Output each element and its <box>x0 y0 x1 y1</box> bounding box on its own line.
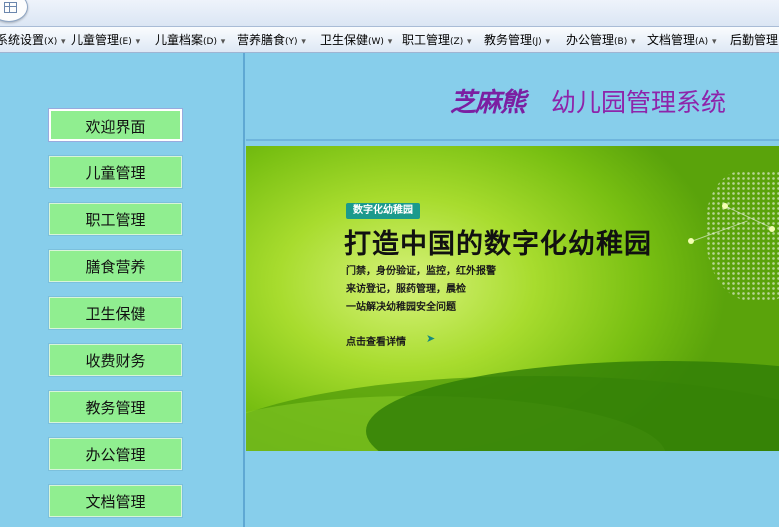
nav-welcome-button[interactable]: 欢迎界面 <box>48 108 183 142</box>
chevron-down-icon: ▾ <box>387 37 393 47</box>
nav-academic-button[interactable]: 教务管理 <box>48 390 183 424</box>
world-map-graphic <box>706 171 779 301</box>
network-node <box>688 238 694 244</box>
chevron-down-icon: ▾ <box>301 37 306 47</box>
sidebar: 欢迎界面 儿童管理 职工管理 膳食营养 卫生保健 收费财务 教务管理 办公管理 … <box>0 53 245 527</box>
network-node <box>769 226 775 232</box>
chevron-down-icon: ▾ <box>61 37 66 47</box>
header-panel: 芝麻熊 幼儿园管理系统 <box>246 53 779 141</box>
content-area <box>246 451 779 527</box>
nav-office-button[interactable]: 办公管理 <box>48 437 183 471</box>
banner-feature-line: 门禁，身份验证，监控，红外报警 <box>346 266 496 277</box>
menu-bar: 系统设置(X) ▾ 儿童管理(E) ▾ 儿童档案(D) ▾ 营养膳食(Y) ▾ … <box>0 27 779 53</box>
nav-nutrition-button[interactable]: 膳食营养 <box>48 249 183 283</box>
chevron-down-icon: ▾ <box>220 37 226 47</box>
nav-child-management-button[interactable]: 儿童管理 <box>48 155 183 189</box>
banner-feature-line: 来访登记，服药管理，晨检 <box>346 284 466 295</box>
nav-health-button[interactable]: 卫生保健 <box>48 296 183 330</box>
arrow-right-icon: ➤ <box>426 332 436 345</box>
banner-badge: 数字化幼稚园 <box>346 203 420 219</box>
chevron-down-icon: ▾ <box>631 37 636 47</box>
banner-feature-line: 一站解决幼稚园安全问题 <box>346 302 456 313</box>
nav-finance-button[interactable]: 收费财务 <box>48 343 183 377</box>
nav-staff-management-button[interactable]: 职工管理 <box>48 202 183 236</box>
menu-item-office[interactable]: 办公管理(B) ▾ <box>566 32 639 48</box>
grid-icon <box>4 2 17 13</box>
menu-item-child-records[interactable]: 儿童档案(D) ▾ <box>155 32 228 48</box>
chevron-down-icon: ▾ <box>545 37 551 47</box>
menu-item-logistics[interactable]: 后勤管理 <box>730 32 778 48</box>
menu-item-nutrition[interactable]: 营养膳食(Y) ▾ <box>237 32 309 48</box>
chevron-down-icon: ▾ <box>467 37 472 47</box>
menu-item-staff[interactable]: 职工管理(Z) ▾ <box>402 32 475 48</box>
view-details-link[interactable]: 点击查看详情 <box>346 333 406 348</box>
menu-item-system-settings[interactable]: 系统设置(X) ▾ <box>0 32 69 48</box>
menu-item-documents[interactable]: 文档管理(A) ▾ <box>647 32 720 48</box>
chevron-down-icon: ▾ <box>135 37 141 47</box>
page-title: 幼儿园管理系统 <box>551 88 727 117</box>
banner-swoosh <box>366 361 779 451</box>
promo-banner[interactable]: 数字化幼稚园 打造中国的数字化幼稚园 门禁，身份验证，监控，红外报警 来访登记，… <box>246 146 779 451</box>
title-bar <box>0 0 779 27</box>
menu-item-health[interactable]: 卫生保健(W) ▾ <box>320 32 395 48</box>
nav-documents-button[interactable]: 文档管理 <box>48 484 183 518</box>
menu-item-child-management[interactable]: 儿童管理(E) ▾ <box>71 32 143 48</box>
menu-item-academic[interactable]: 教务管理(J) ▾ <box>484 32 553 48</box>
brand-logo: 芝麻熊 <box>450 88 526 118</box>
network-node <box>722 203 728 209</box>
banner-headline: 打造中国的数字化幼稚园 <box>344 229 652 260</box>
app-icon[interactable] <box>0 0 28 22</box>
chevron-down-icon: ▾ <box>712 37 717 47</box>
